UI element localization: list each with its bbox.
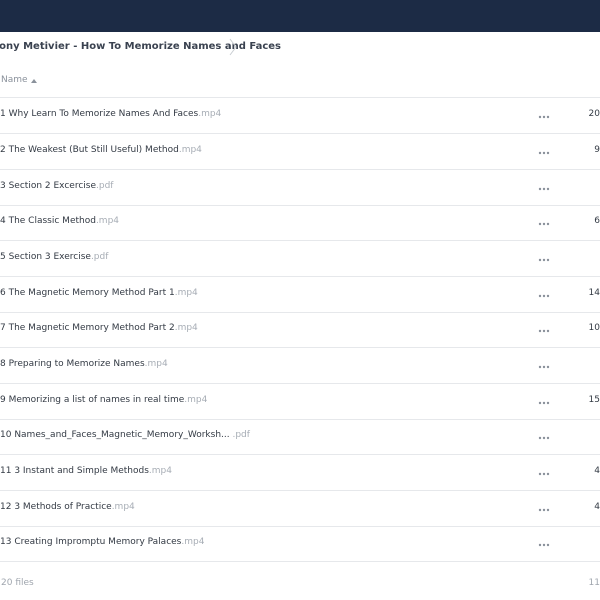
file-row[interactable]: 8 Preparing to Memorize Names.mp4 bbox=[0, 348, 600, 384]
more-options-icon[interactable] bbox=[538, 115, 550, 119]
file-size: 9 bbox=[594, 145, 600, 155]
file-extension: .pdf bbox=[90, 252, 109, 262]
more-options-icon[interactable] bbox=[538, 329, 550, 333]
file-row[interactable]: 11 3 Instant and Simple Methods.mp4 4 bbox=[0, 455, 600, 491]
file-size: 4 bbox=[594, 466, 600, 476]
more-options-icon[interactable] bbox=[538, 222, 550, 226]
total-size: 11 bbox=[588, 578, 600, 588]
file-extension: .mp4 bbox=[174, 288, 198, 298]
top-navigation-bar bbox=[0, 0, 600, 32]
file-count: 20 files bbox=[1, 578, 34, 588]
file-row[interactable]: 13 Creating Impromptu Memory Palaces.mp4 bbox=[0, 526, 600, 562]
file-name[interactable]: 12 3 Methods of Practice.mp4 bbox=[0, 502, 135, 512]
more-options-icon[interactable] bbox=[538, 187, 550, 191]
file-extension: .mp4 bbox=[148, 466, 172, 476]
file-name[interactable]: 1 Why Learn To Memorize Names And Faces.… bbox=[0, 109, 221, 119]
file-extension: .mp4 bbox=[111, 502, 135, 512]
file-size: 4 bbox=[594, 502, 600, 512]
file-row[interactable]: 2 The Weakest (But Still Useful) Method.… bbox=[0, 134, 600, 170]
more-options-icon[interactable] bbox=[538, 294, 550, 298]
file-extension: .mp4 bbox=[184, 395, 208, 405]
file-size: 20 bbox=[588, 109, 600, 119]
file-name[interactable]: 2 The Weakest (But Still Useful) Method.… bbox=[0, 145, 202, 155]
file-extension: .mp4 bbox=[174, 323, 198, 333]
file-list-header: Name bbox=[0, 68, 600, 98]
file-extension: .mp4 bbox=[198, 109, 222, 119]
file-row[interactable]: 7 The Magnetic Memory Method Part 2.mp4 … bbox=[0, 312, 600, 348]
file-name[interactable]: 7 The Magnetic Memory Method Part 2.mp4 bbox=[0, 323, 198, 333]
file-name[interactable]: 9 Memorizing a list of names in real tim… bbox=[0, 395, 207, 405]
more-options-icon[interactable] bbox=[538, 472, 550, 476]
file-size: 14 bbox=[588, 288, 600, 298]
chevron-right-icon bbox=[229, 38, 237, 56]
file-extension: .mp4 bbox=[144, 359, 168, 369]
more-options-icon[interactable] bbox=[538, 258, 550, 262]
file-name[interactable]: 11 3 Instant and Simple Methods.mp4 bbox=[0, 466, 172, 476]
file-extension: .mp4 bbox=[178, 145, 202, 155]
file-name[interactable]: 4 The Classic Method.mp4 bbox=[0, 216, 119, 226]
more-options-icon[interactable] bbox=[538, 508, 550, 512]
file-row[interactable]: 9 Memorizing a list of names in real tim… bbox=[0, 384, 600, 420]
file-row[interactable]: 3 Section 2 Excercise.pdf bbox=[0, 170, 600, 206]
more-options-icon[interactable] bbox=[538, 436, 550, 440]
file-row[interactable]: 10 Names_and_Faces_Magnetic_Memory_Works… bbox=[0, 419, 600, 455]
file-name[interactable]: 8 Preparing to Memorize Names.mp4 bbox=[0, 359, 168, 369]
more-options-icon[interactable] bbox=[538, 543, 550, 547]
file-extension: .pdf bbox=[96, 181, 114, 191]
file-size: 15 bbox=[588, 395, 600, 405]
file-row[interactable]: 6 The Magnetic Memory Method Part 1.mp4 … bbox=[0, 277, 600, 313]
file-row[interactable]: 4 The Classic Method.mp4 6 bbox=[0, 205, 600, 241]
sort-ascending-icon[interactable] bbox=[31, 79, 37, 83]
file-size: 10 bbox=[588, 323, 600, 333]
file-extension: .mp4 bbox=[95, 216, 120, 226]
file-name[interactable]: 5 Section 3 Exercise.pdf bbox=[0, 252, 108, 262]
file-extension: .mp4 bbox=[181, 537, 205, 547]
file-extension: .pdf bbox=[229, 430, 250, 440]
file-name[interactable]: 13 Creating Impromptu Memory Palaces.mp4 bbox=[0, 537, 204, 547]
breadcrumb: hony Metivier - How To Memorize Names an… bbox=[0, 32, 600, 62]
file-size: 6 bbox=[594, 216, 600, 226]
file-name[interactable]: 10 Names_and_Faces_Magnetic_Memory_Works… bbox=[0, 430, 250, 440]
file-name[interactable]: 6 The Magnetic Memory Method Part 1.mp4 bbox=[0, 288, 198, 298]
more-options-icon[interactable] bbox=[538, 365, 550, 369]
file-name[interactable]: 3 Section 2 Excercise.pdf bbox=[0, 181, 113, 191]
file-row[interactable]: 5 Section 3 Exercise.pdf bbox=[0, 241, 600, 277]
file-row[interactable]: 12 3 Methods of Practice.mp4 4 bbox=[0, 491, 600, 527]
more-options-icon[interactable] bbox=[538, 151, 550, 155]
file-row[interactable]: 1 Why Learn To Memorize Names And Faces.… bbox=[0, 98, 600, 134]
breadcrumb-current-folder[interactable]: hony Metivier - How To Memorize Names an… bbox=[0, 41, 281, 52]
more-options-icon[interactable] bbox=[538, 401, 550, 405]
file-list-footer: 20 files 11 bbox=[0, 578, 600, 594]
column-header-name[interactable]: Name bbox=[1, 75, 28, 85]
